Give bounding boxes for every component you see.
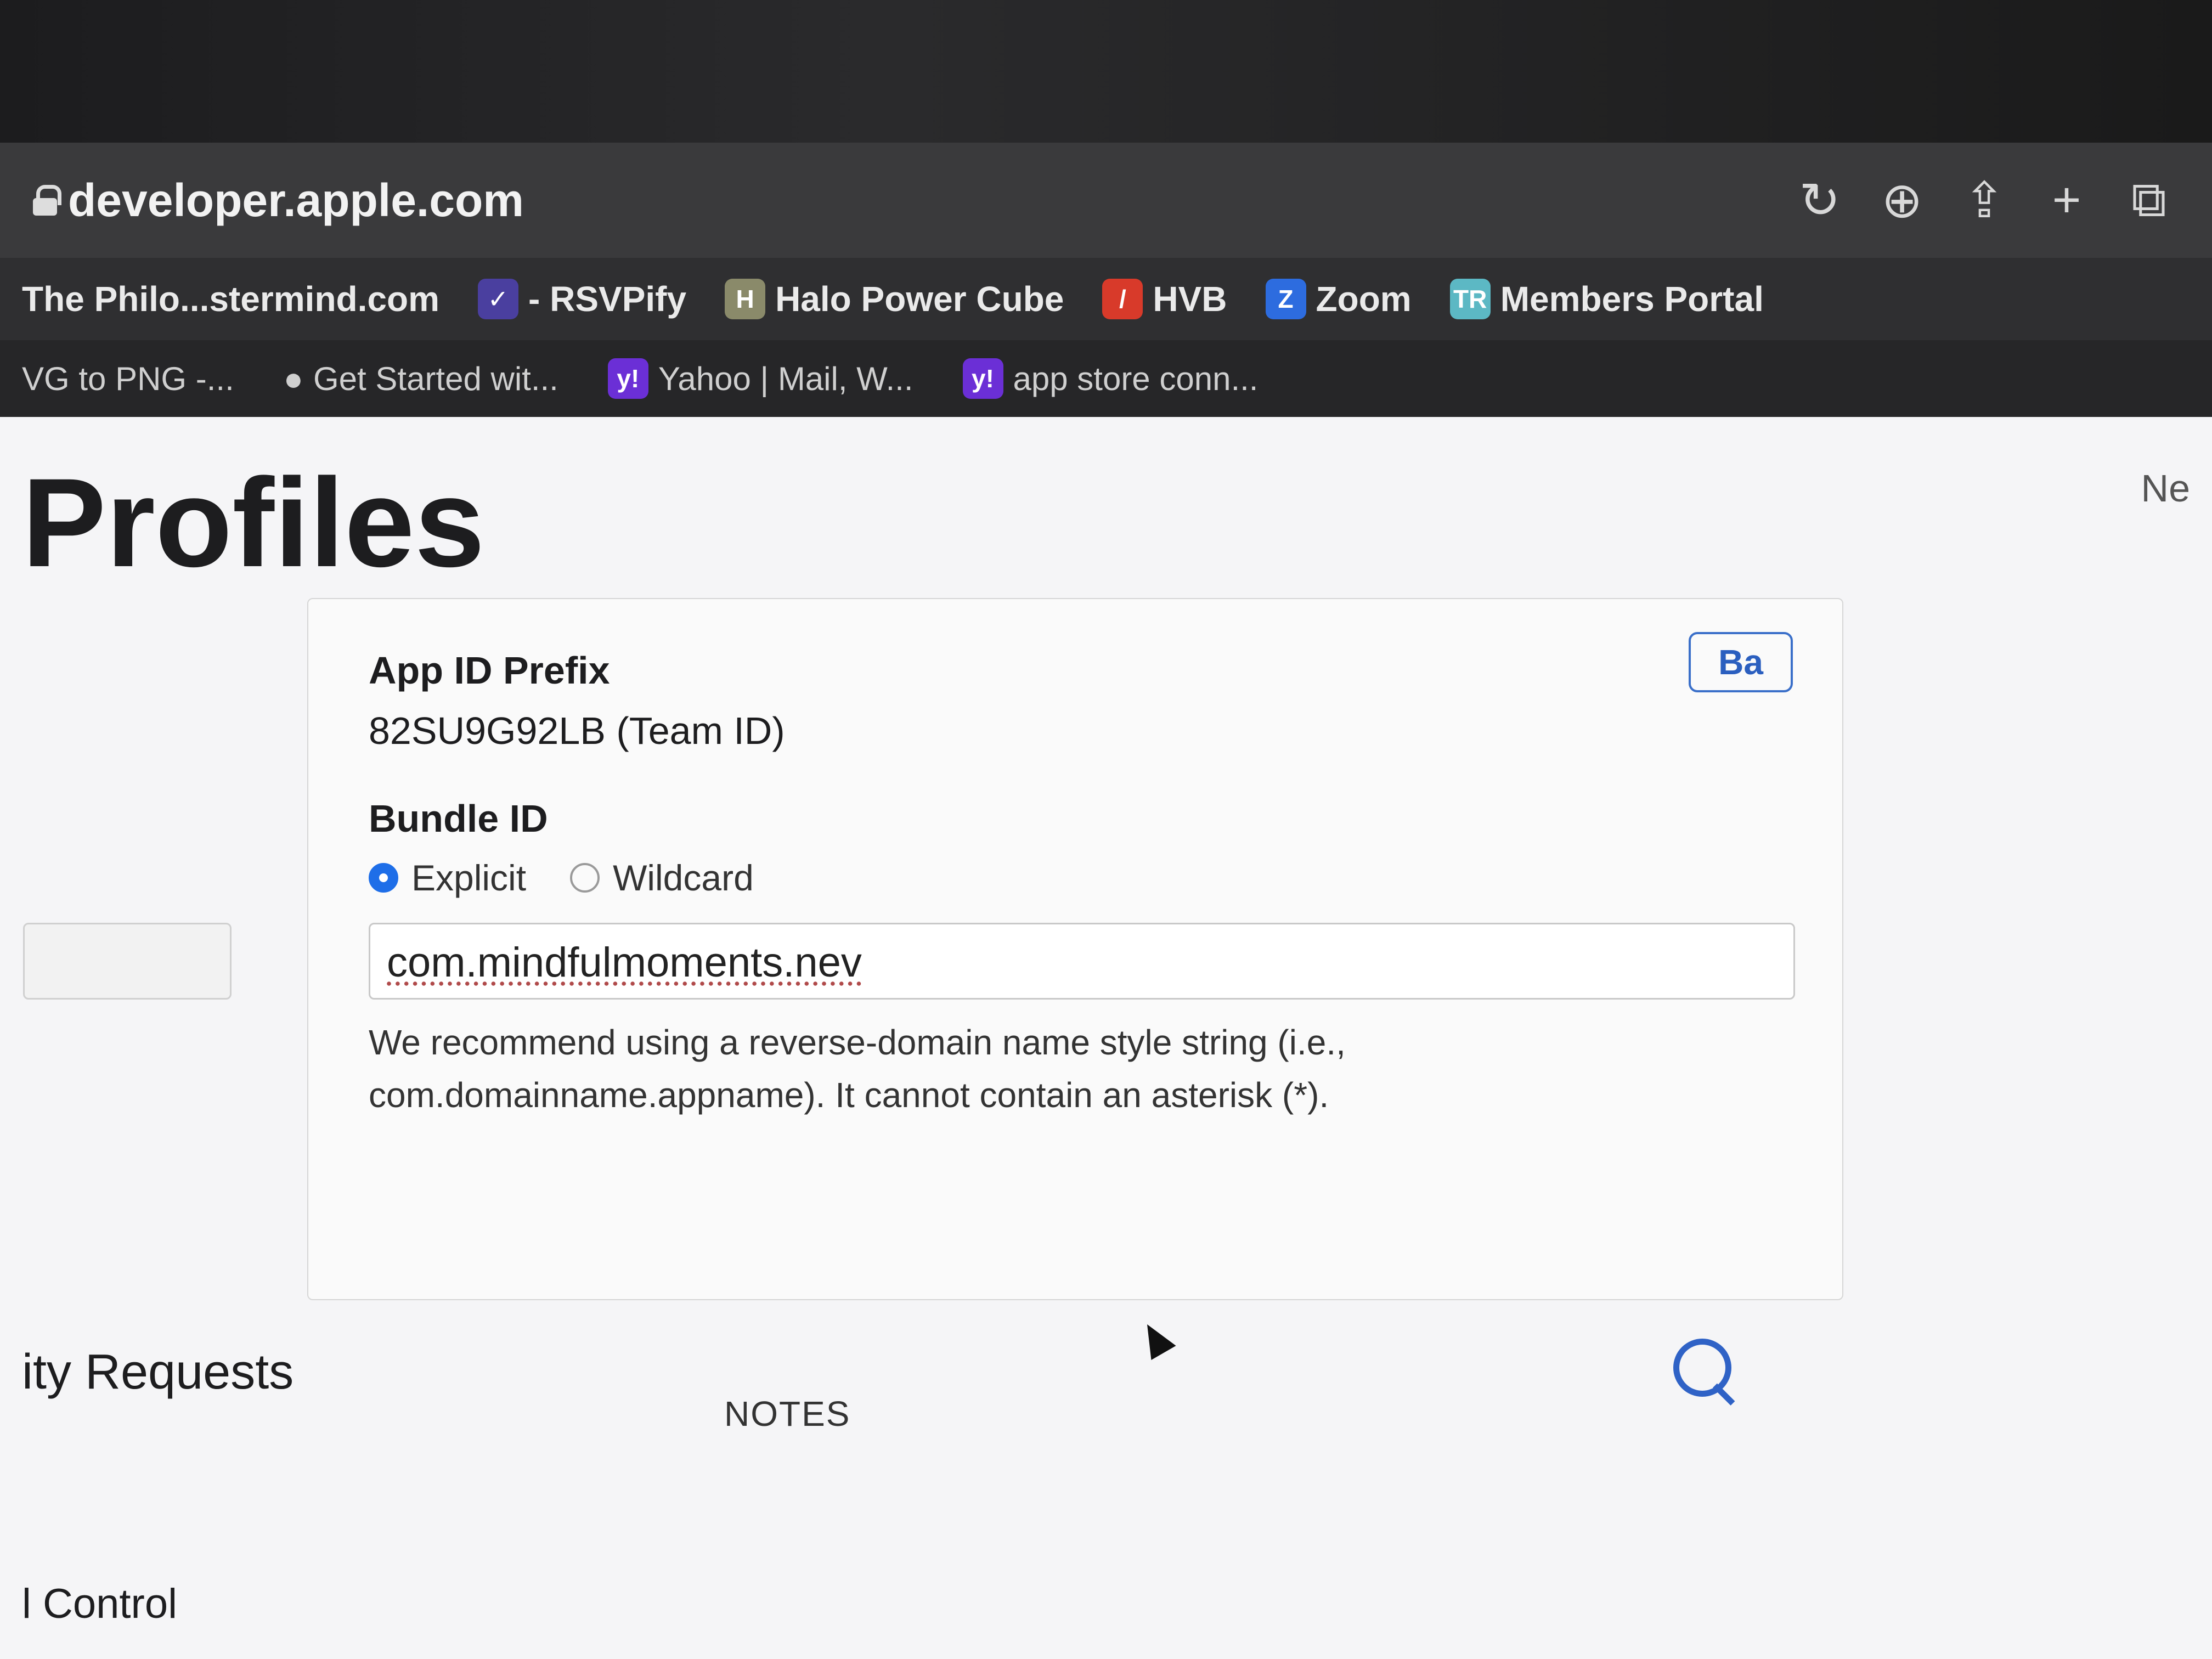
tab-vg-to-png[interactable]: VG to PNG -... [22, 360, 234, 398]
back-button[interactable]: Ba [1689, 632, 1793, 692]
tab-label: app store conn... [1013, 360, 1259, 397]
sidebar-item-control[interactable]: l Control [22, 1580, 177, 1628]
share-icon[interactable]: ⇪ [1954, 170, 2015, 230]
address-bar[interactable]: developer.apple.com [33, 174, 524, 227]
yahoo-icon: y! [607, 358, 648, 399]
download-icon[interactable]: ⊕ [1872, 170, 1932, 230]
lock-icon [33, 185, 61, 216]
bundle-id-value: com.mindfulmoments.nev [387, 939, 862, 986]
tab-label: Get Started wit... [313, 360, 558, 397]
hint-line: com.domainname.appname). It cannot conta… [369, 1075, 1329, 1115]
bookmark-label: Halo Power Cube [775, 279, 1064, 319]
bookmark-label: The Philo...stermind.com [22, 279, 439, 319]
page-content: Profiles Ne Ba App ID Prefix 82SU9G92LB … [0, 417, 2212, 1659]
sidebar-item-identity-requests[interactable]: ity Requests [22, 1344, 294, 1401]
next-link[interactable]: Ne [2141, 466, 2190, 510]
hint-line: We recommend using a reverse-domain name… [369, 1023, 1346, 1062]
bookmark-label: HVB [1153, 279, 1227, 319]
members-portal-icon: TR [1449, 279, 1491, 319]
tab-app-store-connect[interactable]: y! app store conn... [962, 358, 1259, 399]
tab-get-started[interactable]: ● Get Started wit... [284, 360, 558, 398]
bookmark-label: Zoom [1316, 279, 1412, 319]
bundle-id-type: Explicit Wildcard [369, 857, 754, 899]
bookmarks-bar: The Philo...stermind.com ✓ - RSVPify H H… [0, 258, 2212, 340]
browser-window: developer.apple.com ↻ ⊕ ⇪ + ⧉ The Philo.… [0, 143, 2212, 1659]
bookmark-hvb[interactable]: / HVB [1102, 279, 1227, 319]
app-id-prefix-label: App ID Prefix [369, 649, 610, 692]
bookmark-halo-power-cube[interactable]: H Halo Power Cube [725, 279, 1064, 319]
yahoo-icon: y! [962, 358, 1003, 399]
tab-label: Yahoo | Mail, W... [658, 360, 913, 397]
radio-checked-icon[interactable] [369, 863, 398, 893]
radio-label: Wildcard [613, 857, 754, 898]
bookmark-rsvpify[interactable]: ✓ - RSVPify [478, 279, 686, 319]
bookmark-zoom[interactable]: Z Zoom [1265, 279, 1412, 319]
app-id-prefix-value: 82SU9G92LB (Team ID) [369, 709, 785, 752]
register-identifier-panel: Ba App ID Prefix 82SU9G92LB (Team ID) Bu… [23, 598, 1843, 1300]
bookmark-label: - RSVPify [528, 279, 687, 319]
reload-icon[interactable]: ↻ [1790, 170, 1850, 230]
bundle-id-hint: We recommend using a reverse-domain name… [369, 1016, 1795, 1121]
bundle-id-field[interactable]: com.mindfulmoments.nev [369, 923, 1795, 1000]
tab-label: VG to PNG -... [22, 360, 234, 397]
notes-heading: NOTES [724, 1394, 851, 1434]
new-tab-icon[interactable]: + [2036, 170, 2097, 230]
url-text: developer.apple.com [68, 174, 524, 226]
apple-icon: ● [283, 360, 303, 397]
mouse-cursor-icon [1135, 1317, 1176, 1360]
tab-overview-icon[interactable]: ⧉ [2119, 170, 2179, 230]
bookmark-label: Members Portal [1500, 279, 1764, 319]
rsvpify-icon: ✓ [478, 279, 518, 319]
radio-label: Explicit [411, 857, 527, 898]
bookmark-members-portal[interactable]: TR Members Portal [1449, 279, 1764, 319]
zoom-icon: Z [1265, 279, 1306, 319]
browser-toolbar: developer.apple.com ↻ ⊕ ⇪ + ⧉ [0, 143, 2212, 258]
halo-icon: H [725, 279, 766, 319]
description-field[interactable] [23, 923, 232, 1000]
hvb-icon: / [1102, 279, 1143, 319]
bookmark-philo[interactable]: The Philo...stermind.com [22, 279, 439, 319]
radio-explicit[interactable]: Explicit [369, 857, 526, 899]
tab-bar: VG to PNG -... ● Get Started wit... y! Y… [0, 340, 2212, 417]
tab-yahoo-mail[interactable]: y! Yahoo | Mail, W... [607, 358, 913, 399]
page-title: Profiles [22, 452, 485, 593]
search-icon[interactable] [1673, 1339, 1739, 1404]
bundle-id-label: Bundle ID [369, 797, 548, 840]
radio-unchecked-icon[interactable] [570, 863, 600, 893]
radio-wildcard[interactable]: Wildcard [570, 857, 754, 899]
